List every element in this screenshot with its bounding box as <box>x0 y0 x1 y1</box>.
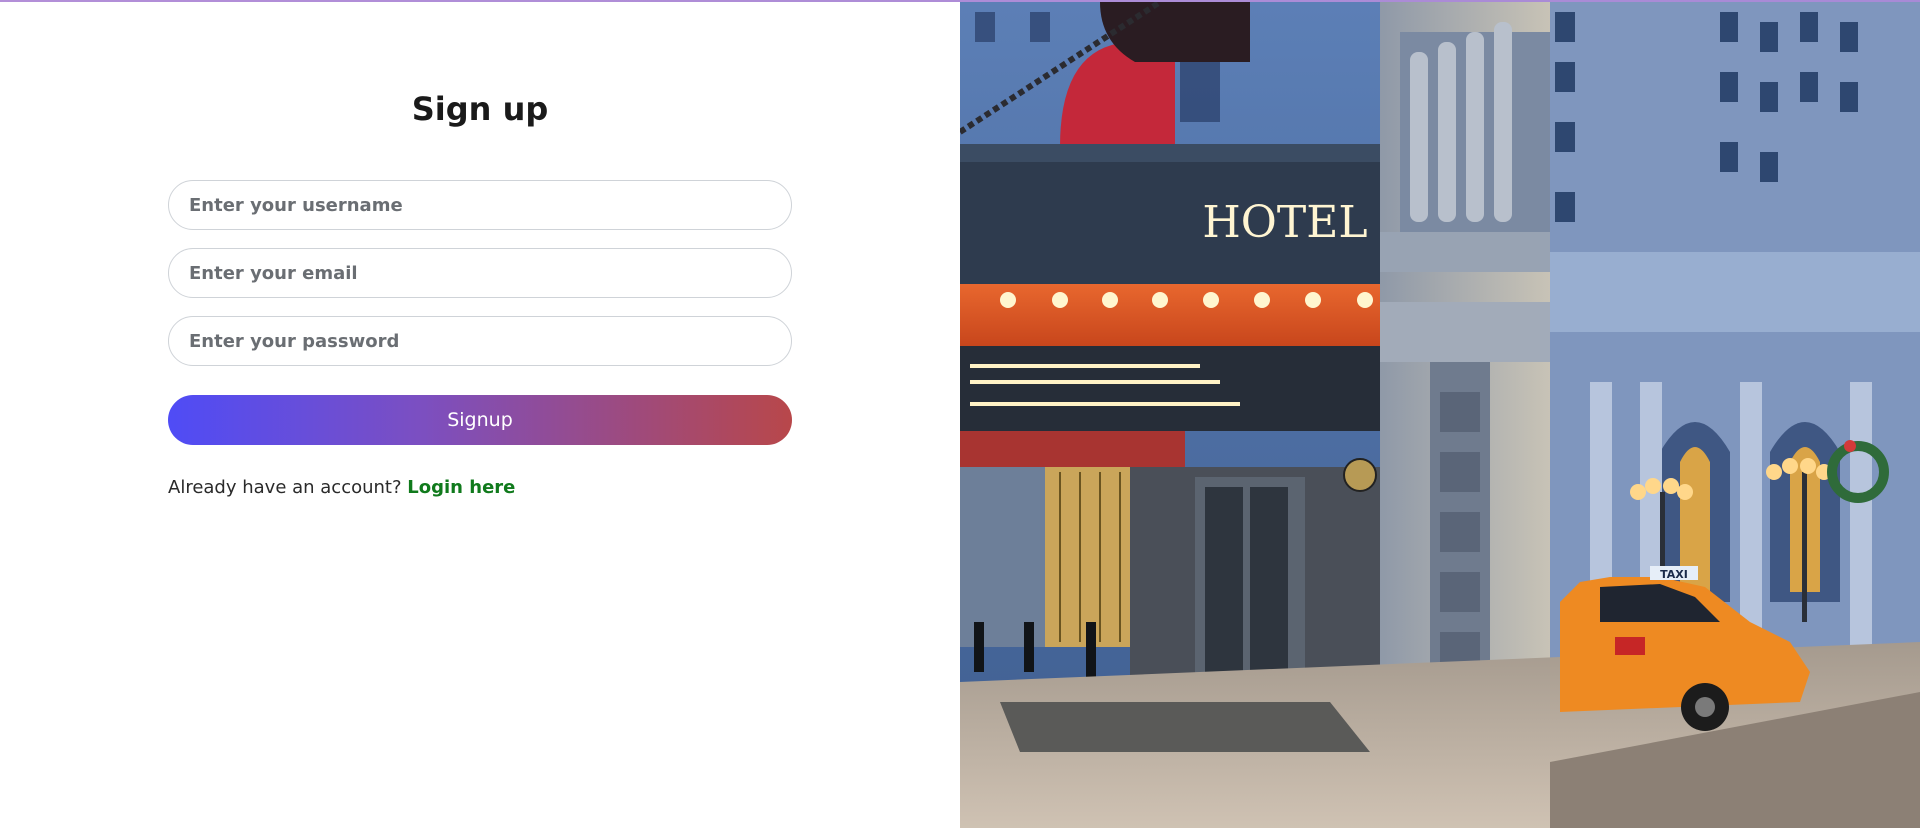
login-prompt-text: Already have an account? <box>168 477 402 498</box>
login-link[interactable]: Login here <box>407 477 515 498</box>
taxi-sign-text: TAXI <box>1660 568 1688 581</box>
signup-panel: Sign up Signup Already have an account? … <box>0 2 960 828</box>
hotel-sign-text: HOTEL <box>1202 197 1367 248</box>
hotel-hero-image: HOTEL TAXI <box>960 2 1920 828</box>
password-input[interactable] <box>168 316 792 366</box>
email-input[interactable] <box>168 248 792 298</box>
hotel-entrance-illustration: HOTEL TAXI <box>960 2 1920 828</box>
username-input[interactable] <box>168 180 792 230</box>
page-title: Sign up <box>411 90 549 128</box>
login-prompt-row: Already have an account? Login here <box>168 477 515 498</box>
signup-button[interactable]: Signup <box>168 395 792 445</box>
